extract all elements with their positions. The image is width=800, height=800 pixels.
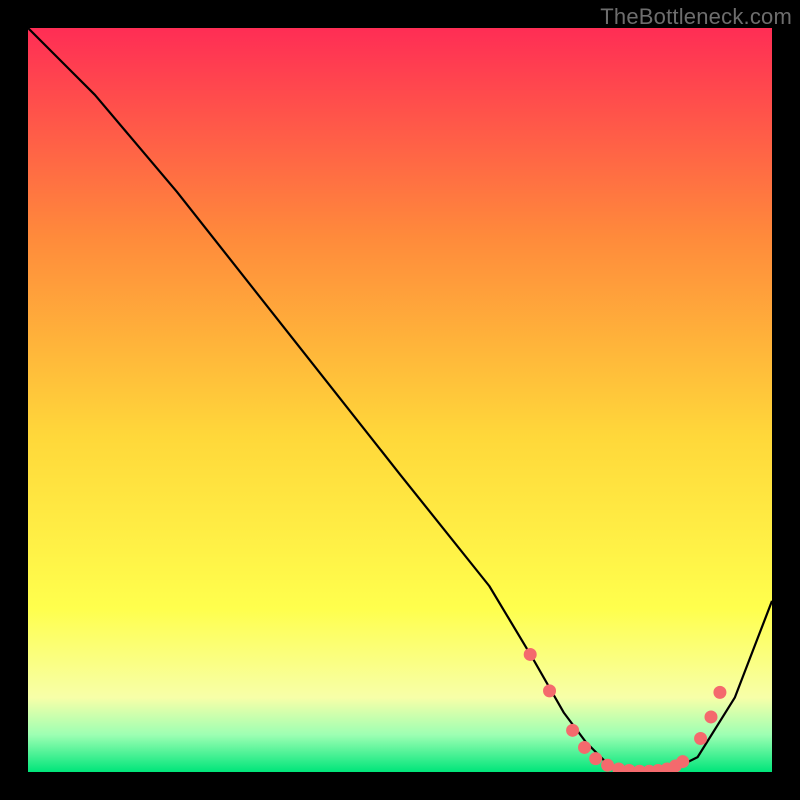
chart-frame: TheBottleneck.com xyxy=(0,0,800,800)
sweet-spot-dot xyxy=(543,684,556,697)
sweet-spot-dot xyxy=(601,759,614,772)
chart-svg xyxy=(28,28,772,772)
chart-plot-area xyxy=(28,28,772,772)
sweet-spot-dot xyxy=(589,752,602,765)
sweet-spot-dot xyxy=(694,732,707,745)
watermark-text: TheBottleneck.com xyxy=(600,4,792,30)
chart-gradient-bg xyxy=(28,28,772,772)
sweet-spot-dot xyxy=(566,724,579,737)
sweet-spot-dot xyxy=(704,710,717,723)
sweet-spot-dot xyxy=(578,741,591,754)
sweet-spot-dot xyxy=(524,648,537,661)
sweet-spot-dot xyxy=(713,686,726,699)
sweet-spot-dot xyxy=(676,755,689,768)
